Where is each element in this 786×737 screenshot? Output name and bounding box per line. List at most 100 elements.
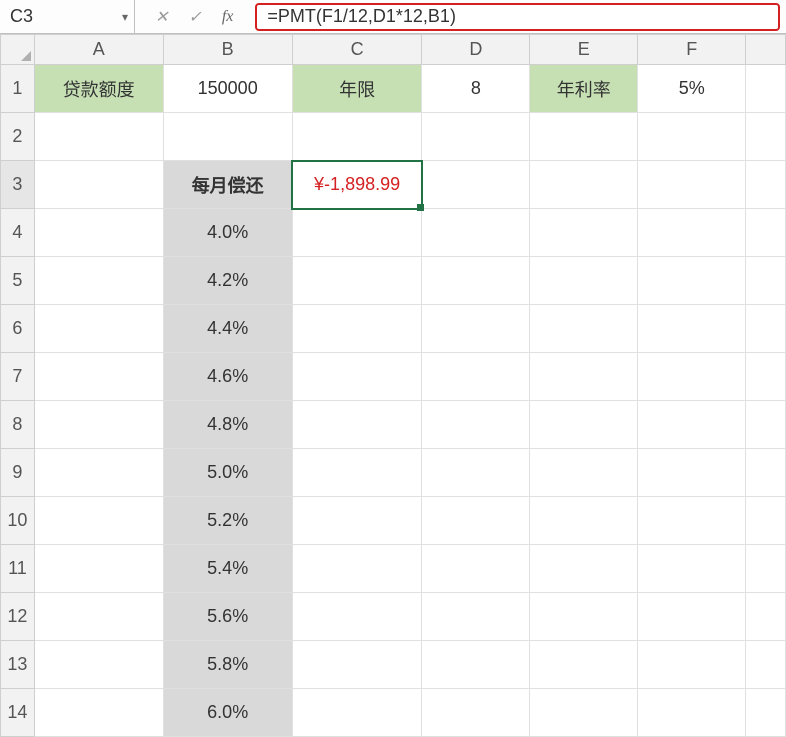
cell-B5[interactable]: 4.2%	[163, 257, 292, 305]
cell-E13[interactable]	[530, 641, 638, 689]
cell-F13[interactable]	[638, 641, 746, 689]
cell-C9[interactable]	[292, 449, 422, 497]
cell-G11[interactable]	[746, 545, 786, 593]
cell-E12[interactable]	[530, 593, 638, 641]
cell-G7[interactable]	[746, 353, 786, 401]
cell-E6[interactable]	[530, 305, 638, 353]
cell-A5[interactable]	[34, 257, 163, 305]
row-header-6[interactable]: 6	[1, 305, 35, 353]
cell-D11[interactable]	[422, 545, 530, 593]
cell-D2[interactable]	[422, 113, 530, 161]
col-header-F[interactable]: F	[638, 35, 746, 65]
cell-G10[interactable]	[746, 497, 786, 545]
cancel-icon[interactable]: ✕	[155, 7, 168, 27]
cell-E3[interactable]	[530, 161, 638, 209]
cell-C8[interactable]	[292, 401, 422, 449]
cell-D14[interactable]	[422, 689, 530, 737]
cell-D12[interactable]	[422, 593, 530, 641]
row-header-13[interactable]: 13	[1, 641, 35, 689]
cell-B4[interactable]: 4.0%	[163, 209, 292, 257]
cell-C2[interactable]	[292, 113, 422, 161]
cell-E9[interactable]	[530, 449, 638, 497]
cell-C12[interactable]	[292, 593, 422, 641]
cell-C6[interactable]	[292, 305, 422, 353]
cell-E4[interactable]	[530, 209, 638, 257]
cell-D13[interactable]	[422, 641, 530, 689]
cell-D7[interactable]	[422, 353, 530, 401]
cell-F9[interactable]	[638, 449, 746, 497]
cell-G1[interactable]	[746, 65, 786, 113]
cell-D1[interactable]: 8	[422, 65, 530, 113]
row-header-12[interactable]: 12	[1, 593, 35, 641]
col-header-G[interactable]	[746, 35, 786, 65]
cell-B9[interactable]: 5.0%	[163, 449, 292, 497]
cell-F8[interactable]	[638, 401, 746, 449]
enter-icon[interactable]: ✓	[188, 7, 201, 27]
cell-A2[interactable]	[34, 113, 163, 161]
col-header-C[interactable]: C	[292, 35, 422, 65]
cell-B13[interactable]: 5.8%	[163, 641, 292, 689]
row-header-10[interactable]: 10	[1, 497, 35, 545]
cell-F14[interactable]	[638, 689, 746, 737]
cell-F7[interactable]	[638, 353, 746, 401]
cell-C10[interactable]	[292, 497, 422, 545]
cell-F11[interactable]	[638, 545, 746, 593]
cell-E2[interactable]	[530, 113, 638, 161]
cell-G9[interactable]	[746, 449, 786, 497]
select-all-corner[interactable]	[1, 35, 35, 65]
cell-A14[interactable]	[34, 689, 163, 737]
cell-B1[interactable]: 150000	[163, 65, 292, 113]
cell-A6[interactable]	[34, 305, 163, 353]
cell-E10[interactable]	[530, 497, 638, 545]
cell-C3-selected[interactable]: ¥-1,898.99	[292, 161, 422, 209]
cell-E7[interactable]	[530, 353, 638, 401]
cell-B10[interactable]: 5.2%	[163, 497, 292, 545]
cell-D6[interactable]	[422, 305, 530, 353]
fx-icon[interactable]: fx	[222, 8, 234, 26]
cell-C7[interactable]	[292, 353, 422, 401]
cell-C11[interactable]	[292, 545, 422, 593]
col-header-D[interactable]: D	[422, 35, 530, 65]
cell-B8[interactable]: 4.8%	[163, 401, 292, 449]
row-header-1[interactable]: 1	[1, 65, 35, 113]
name-box[interactable]: C3 ▾	[0, 0, 135, 33]
cell-C1[interactable]: 年限	[292, 65, 422, 113]
cell-A11[interactable]	[34, 545, 163, 593]
cell-F1[interactable]: 5%	[638, 65, 746, 113]
cell-B14[interactable]: 6.0%	[163, 689, 292, 737]
cell-D5[interactable]	[422, 257, 530, 305]
row-header-11[interactable]: 11	[1, 545, 35, 593]
cell-A10[interactable]	[34, 497, 163, 545]
cell-B7[interactable]: 4.6%	[163, 353, 292, 401]
cell-F4[interactable]	[638, 209, 746, 257]
cell-G6[interactable]	[746, 305, 786, 353]
cell-D3[interactable]	[422, 161, 530, 209]
cell-G8[interactable]	[746, 401, 786, 449]
row-header-7[interactable]: 7	[1, 353, 35, 401]
cell-F10[interactable]	[638, 497, 746, 545]
name-box-dropdown-icon[interactable]: ▾	[122, 10, 128, 24]
cell-F12[interactable]	[638, 593, 746, 641]
cell-A7[interactable]	[34, 353, 163, 401]
spreadsheet-grid[interactable]: A B C D E F 1 贷款额度 150000 年限 8 年利率 5% 2 …	[0, 34, 786, 737]
row-header-14[interactable]: 14	[1, 689, 35, 737]
row-header-3[interactable]: 3	[1, 161, 35, 209]
cell-C5[interactable]	[292, 257, 422, 305]
cell-G3[interactable]	[746, 161, 786, 209]
cell-B3[interactable]: 每月偿还	[163, 161, 292, 209]
cell-C4[interactable]	[292, 209, 422, 257]
cell-B12[interactable]: 5.6%	[163, 593, 292, 641]
cell-G4[interactable]	[746, 209, 786, 257]
cell-A9[interactable]	[34, 449, 163, 497]
row-header-8[interactable]: 8	[1, 401, 35, 449]
cell-G2[interactable]	[746, 113, 786, 161]
cell-B6[interactable]: 4.4%	[163, 305, 292, 353]
cell-D4[interactable]	[422, 209, 530, 257]
cell-A1[interactable]: 贷款额度	[34, 65, 163, 113]
col-header-B[interactable]: B	[163, 35, 292, 65]
row-header-9[interactable]: 9	[1, 449, 35, 497]
cell-C14[interactable]	[292, 689, 422, 737]
cell-G5[interactable]	[746, 257, 786, 305]
cell-A8[interactable]	[34, 401, 163, 449]
col-header-E[interactable]: E	[530, 35, 638, 65]
